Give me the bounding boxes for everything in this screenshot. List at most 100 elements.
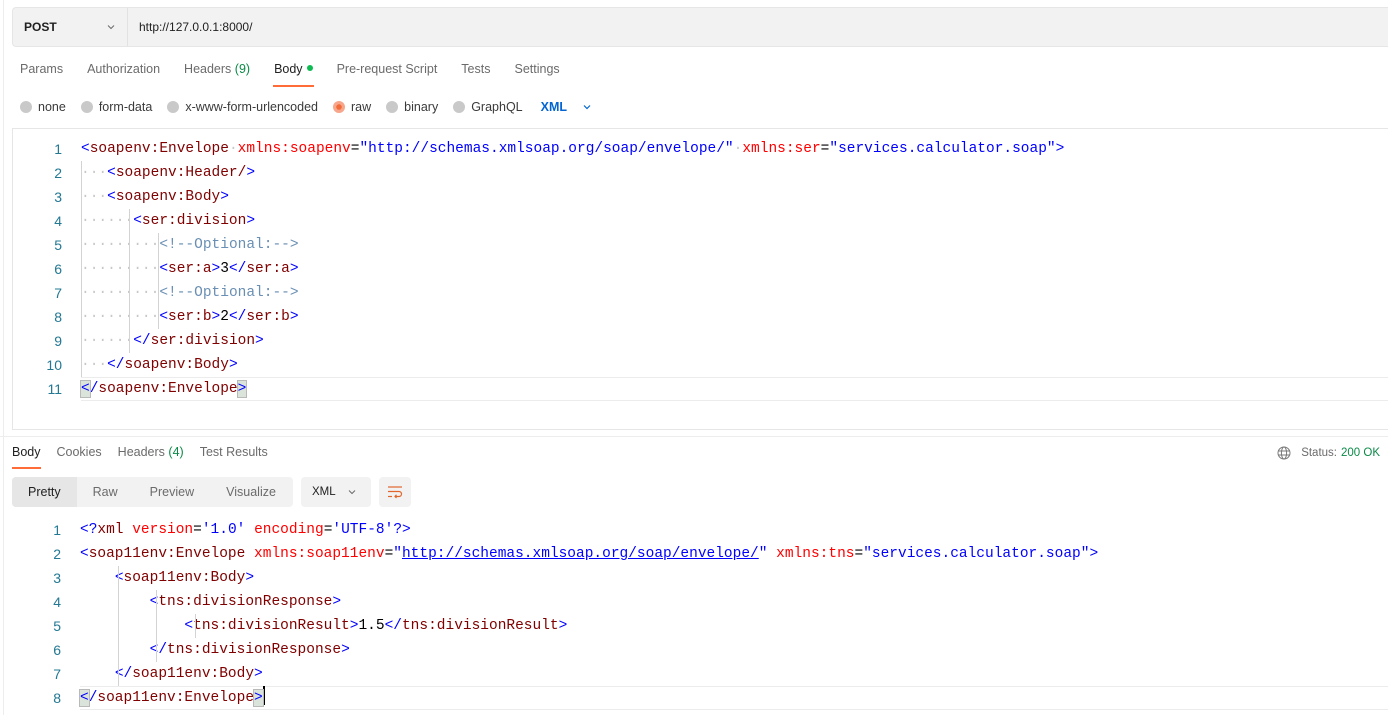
- radio-label: GraphQL: [471, 100, 523, 114]
- radio-form-data[interactable]: form-data: [80, 100, 153, 114]
- radio-raw[interactable]: raw: [333, 100, 371, 114]
- tab-headers[interactable]: Headers (9): [184, 62, 250, 90]
- code-line[interactable]: 5 <tns:divisionResult>1.5</tns:divisionR…: [12, 614, 1388, 638]
- radio-x-www-form-urlencoded[interactable]: x-www-form-urlencoded: [167, 100, 318, 114]
- response-divider[interactable]: [0, 436, 1388, 437]
- code-line[interactable]: 6 ·········<ser:a>3</ser:a>: [13, 257, 1388, 281]
- code-line[interactable]: 7 ·········<!--Optional:-->: [13, 281, 1388, 305]
- line-number: 8: [54, 309, 62, 325]
- radio-circle: [80, 101, 93, 113]
- tab-pre-request-script[interactable]: Pre-request Script: [337, 62, 438, 90]
- globe-icon[interactable]: [1277, 446, 1291, 460]
- code-text: </soapenv:Envelope>: [80, 380, 248, 398]
- tab-body[interactable]: Body: [273, 62, 314, 90]
- line-number: 9: [54, 333, 62, 349]
- tab-tests[interactable]: Tests: [461, 62, 490, 90]
- status-code[interactable]: 200 OK: [1341, 447, 1380, 459]
- tab-label: Settings: [514, 62, 560, 76]
- view-preview-button[interactable]: Preview: [134, 477, 210, 507]
- radio-label: none: [38, 100, 66, 114]
- radio-label: binary: [404, 100, 439, 114]
- method-select[interactable]: POST: [13, 8, 128, 46]
- wrap-lines-button[interactable]: [379, 477, 411, 507]
- code-line[interactable]: 5 ·········<!--Optional:-->: [13, 233, 1388, 257]
- code-text: <tns:divisionResponse>: [149, 594, 342, 610]
- code-line[interactable]: 9 ······</ser:division>: [13, 329, 1388, 353]
- code-text: ···<soapenv:Header/>: [81, 165, 256, 181]
- code-text: </soap11env:Envelope>: [79, 686, 265, 710]
- code-text: ·········<ser:b>2</ser:b>: [81, 309, 299, 325]
- indent-guide: [129, 209, 130, 353]
- code-line[interactable]: 1 <?xml version='1.0' encoding='UTF-8'?>: [12, 518, 1388, 542]
- code-line[interactable]: 4 ······<ser:division>: [13, 209, 1388, 233]
- code-line[interactable]: 1 <soapenv:Envelope·xmlns:soapenv="http:/…: [13, 137, 1388, 161]
- radio-circle: [167, 101, 180, 113]
- indent-guide: [81, 161, 82, 377]
- tab-label: Body: [12, 445, 41, 459]
- view-visualize-button[interactable]: Visualize: [210, 477, 292, 507]
- code-text: <tns:divisionResult>1.5</tns:divisionRes…: [184, 618, 568, 634]
- response-body-viewer[interactable]: 1 <?xml version='1.0' encoding='UTF-8'?> 2…: [12, 518, 1388, 715]
- tab-settings[interactable]: Settings: [514, 62, 559, 90]
- indent-guide: [118, 566, 119, 686]
- code-text: </soap11env:Body>: [114, 666, 263, 682]
- resp-tab-test-results[interactable]: Test Results: [200, 445, 268, 471]
- resp-tab-headers[interactable]: Headers (4): [118, 445, 184, 471]
- current-line-highlight: [81, 377, 1388, 401]
- response-status: Status: 200 OK: [1277, 446, 1380, 460]
- tab-label: Params: [20, 62, 64, 76]
- line-number: 6: [53, 642, 61, 658]
- code-line[interactable]: 3 ···<soapenv:Body>: [13, 185, 1388, 209]
- resp-tab-body[interactable]: Body: [12, 445, 41, 471]
- tab-params[interactable]: Params: [20, 62, 63, 90]
- resp-tab-cookies[interactable]: Cookies: [57, 445, 102, 471]
- response-view-toggle: Pretty Raw Preview Visualize: [12, 477, 293, 507]
- radio-circle: [453, 101, 466, 113]
- headers-count: (4): [168, 445, 184, 459]
- code-text: <soapenv:Envelope·xmlns:soapenv="http://…: [81, 141, 1065, 157]
- radio-circle: [386, 101, 399, 113]
- code-text: ······<ser:division>: [81, 213, 256, 229]
- tab-label: Test Results: [199, 445, 268, 459]
- code-line[interactable]: 8 ·········<ser:b>2</ser:b>: [13, 305, 1388, 329]
- response-tabs: Body Cookies Headers (4) Test Results: [12, 445, 284, 471]
- view-pretty-button[interactable]: Pretty: [12, 477, 77, 507]
- text-cursor: [262, 686, 265, 705]
- response-language-select[interactable]: XML: [301, 477, 371, 507]
- code-text: <?xml version='1.0' encoding='UTF-8'?>: [80, 522, 411, 538]
- radio-label: x-www-form-urlencoded: [185, 100, 318, 114]
- code-text: <soap11env:Envelope xmlns:soap11env="htt…: [80, 546, 1099, 562]
- radio-binary[interactable]: binary: [386, 100, 438, 114]
- code-line[interactable]: 8 </soap11env:Envelope>: [12, 686, 1388, 710]
- code-line[interactable]: 2 ···<soapenv:Header/>: [13, 161, 1388, 185]
- body-language-select[interactable]: XML: [541, 100, 593, 114]
- current-line-highlight: [80, 686, 1388, 710]
- view-raw-button[interactable]: Raw: [77, 477, 134, 507]
- url-input[interactable]: [128, 8, 1388, 46]
- code-line[interactable]: 11 </soapenv:Envelope>: [13, 377, 1388, 401]
- code-text: ·········<!--Optional:-->: [81, 237, 299, 253]
- code-line[interactable]: 3 <soap11env:Body>: [12, 566, 1388, 590]
- code-text: ···<soapenv:Body>: [81, 189, 229, 205]
- code-line[interactable]: 4 <tns:divisionResponse>: [12, 590, 1388, 614]
- line-number: 3: [53, 570, 61, 586]
- line-number: 8: [53, 690, 61, 706]
- method-label: POST: [24, 20, 57, 34]
- tab-label: Cookies: [56, 445, 102, 459]
- code-line[interactable]: 6 </tns:divisionResponse>: [12, 638, 1388, 662]
- tab-authorization[interactable]: Authorization: [87, 62, 160, 90]
- line-number: 3: [54, 189, 62, 205]
- line-number: 10: [46, 357, 62, 373]
- radio-none[interactable]: none: [20, 100, 66, 114]
- indent-guide: [195, 614, 196, 638]
- code-line[interactable]: 10 ···</soapenv:Body>: [13, 353, 1388, 377]
- radio-graphql[interactable]: GraphQL: [453, 100, 523, 114]
- radio-label: form-data: [98, 100, 153, 114]
- window-edge: [3, 0, 4, 715]
- code-line[interactable]: 7 </soap11env:Body>: [12, 662, 1388, 686]
- line-number: 7: [53, 666, 61, 682]
- code-line[interactable]: 2 <soap11env:Envelope xmlns:soap11env="ht…: [12, 542, 1388, 566]
- line-number: 4: [54, 213, 62, 229]
- request-body-editor[interactable]: 1 <soapenv:Envelope·xmlns:soapenv="http:/…: [12, 128, 1388, 430]
- radio-circle-selected: [333, 101, 345, 113]
